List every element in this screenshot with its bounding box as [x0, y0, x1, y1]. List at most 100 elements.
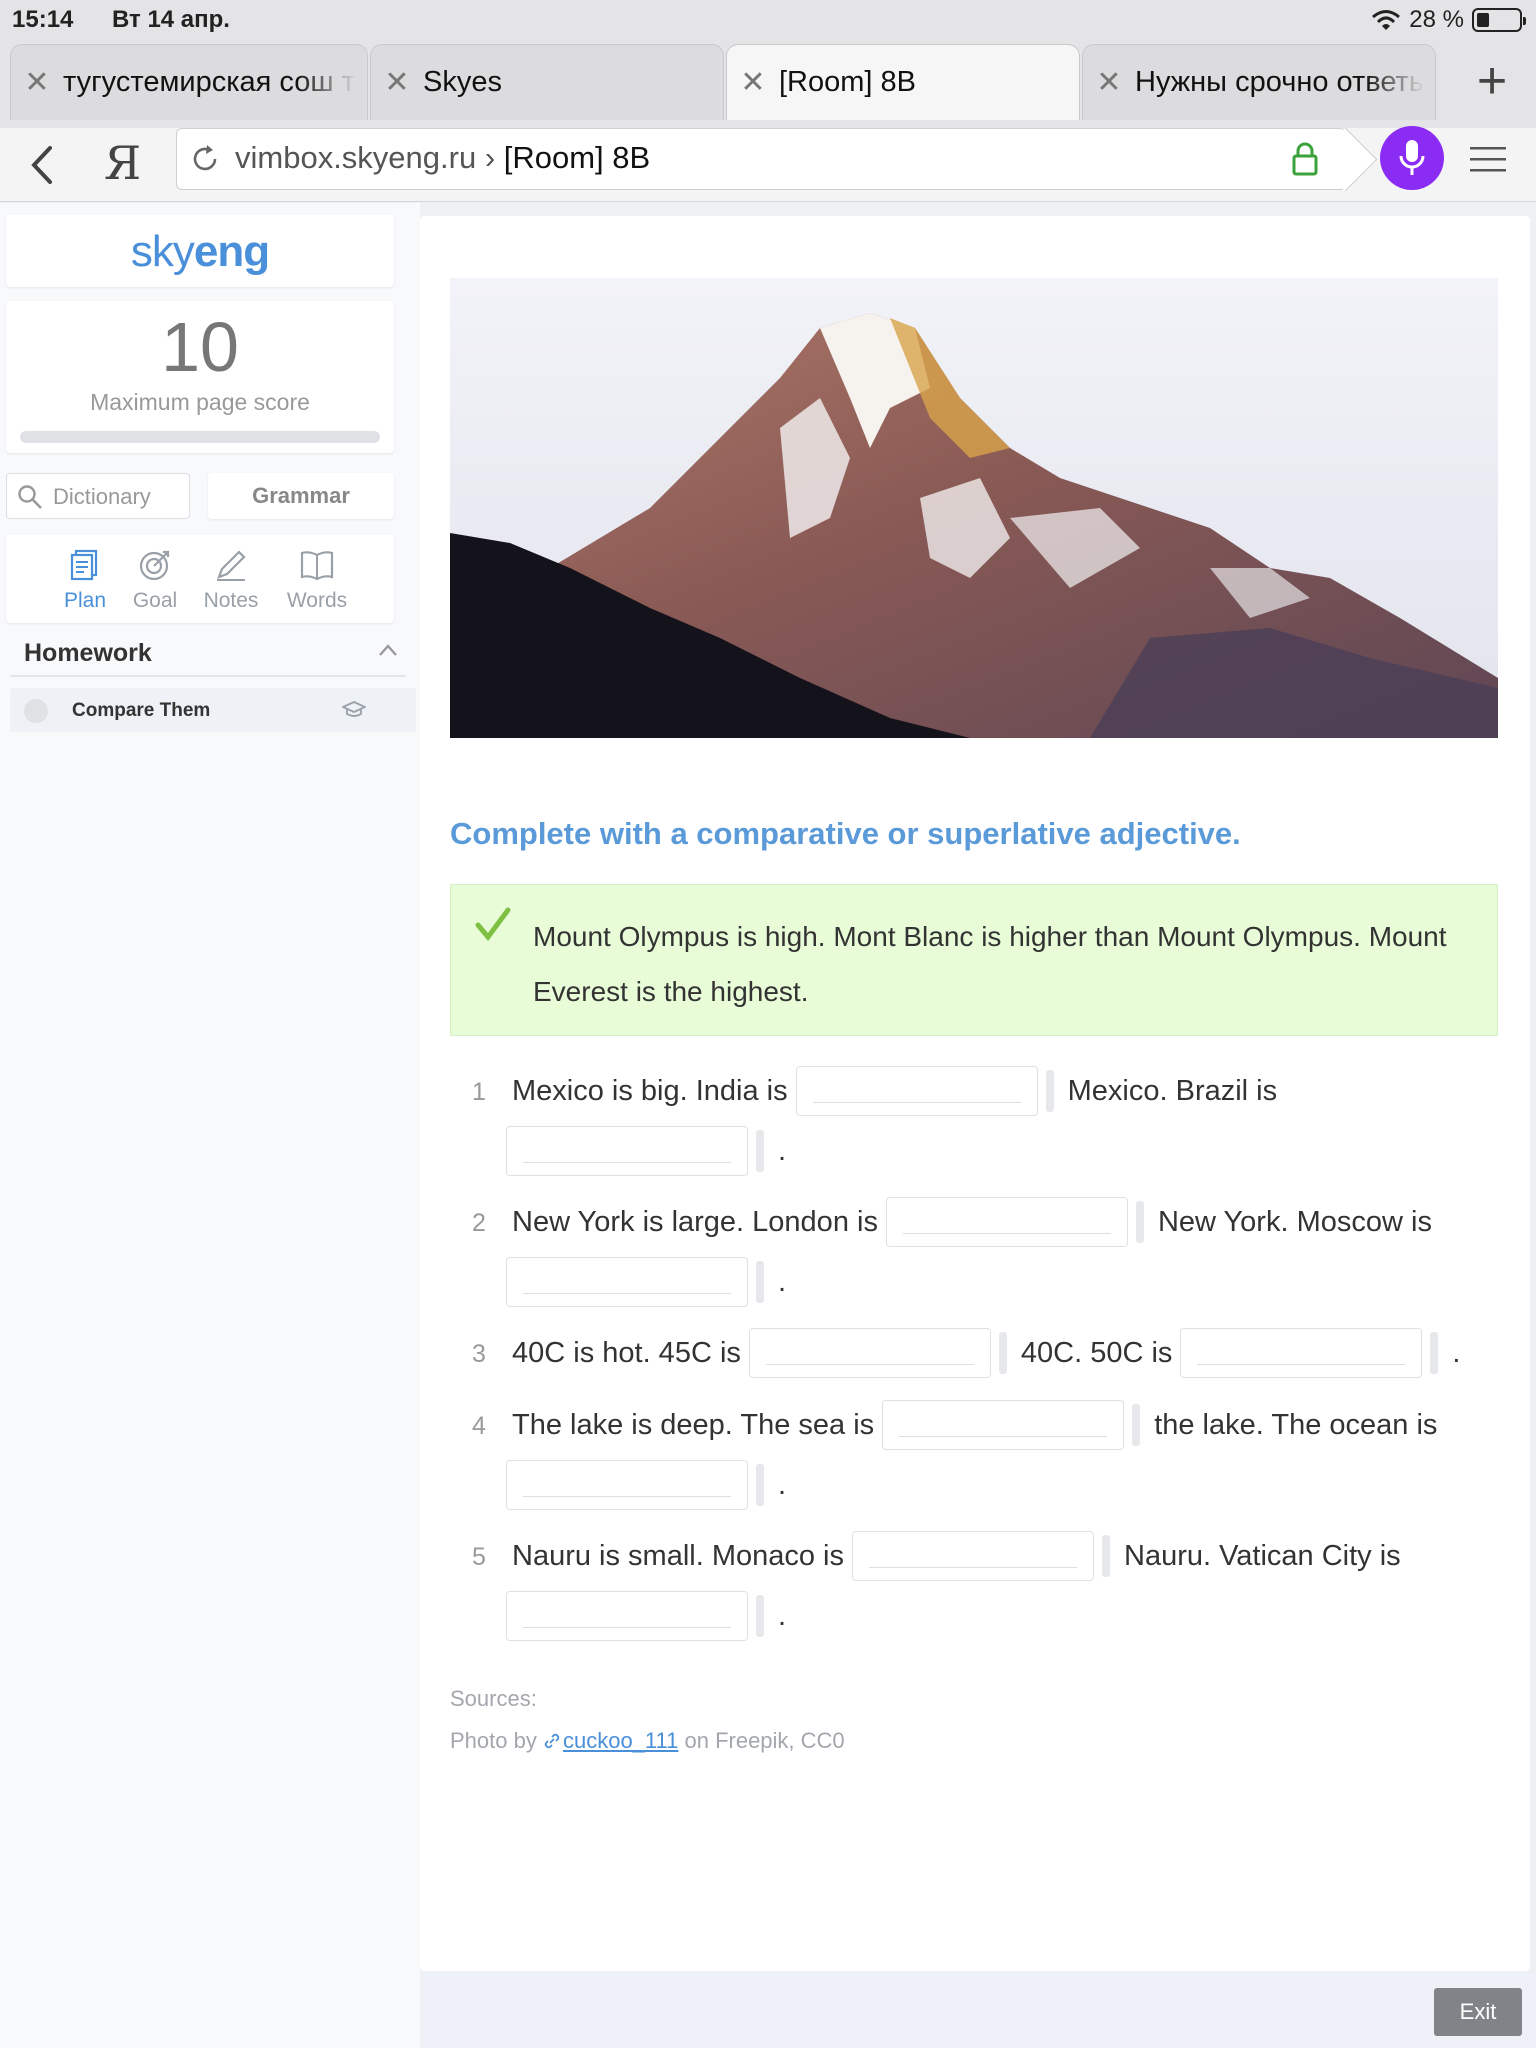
plan-label: Plan [63, 589, 107, 612]
exercise-text: Nauru is small. Monaco is [512, 1539, 844, 1572]
wifi-icon [1372, 10, 1401, 30]
url-text: vimbox.skyeng.ru › [Room] 8B [235, 140, 651, 175]
answer-input[interactable] [748, 1328, 991, 1378]
drag-handle[interactable] [756, 1261, 764, 1303]
address-bar[interactable]: vimbox.skyeng.ru › [Room] 8B [176, 128, 1346, 190]
status-right: 28 % [1371, 6, 1526, 34]
answer-input[interactable] [852, 1531, 1094, 1581]
book-icon [300, 551, 334, 581]
tab-3-active[interactable]: ✕ [Room] 8B [726, 44, 1080, 120]
tab-4[interactable]: ✕ Нужны срочно ответы [1082, 44, 1436, 120]
status-bar: 15:14 Вт 14 апр. 28 % [0, 0, 1536, 40]
sidebar: skyeng 10 Maximum page score Grammar Pla… [0, 203, 420, 2048]
score-card: 10 Maximum page score [6, 301, 394, 453]
words-label: Words [286, 589, 348, 612]
max-score-value: 10 [161, 308, 239, 386]
answer-input[interactable] [506, 1591, 748, 1641]
homework-header[interactable]: Homework [10, 625, 406, 677]
battery-percent: 28 % [1409, 6, 1464, 33]
exercise-text: New York is large. London is [512, 1205, 878, 1238]
search-icon [18, 485, 42, 509]
dictionary-search[interactable] [6, 473, 190, 519]
drag-handle[interactable] [756, 1130, 764, 1172]
tab-1[interactable]: ✕ тугустемирская сош т [10, 44, 368, 120]
photo-credit: Photo by cuckoo_111 on Freepik, CC0 [450, 1728, 845, 1753]
author-link[interactable]: cuckoo_111 [563, 1728, 678, 1753]
close-icon[interactable]: ✕ [371, 65, 423, 100]
reload-icon[interactable] [189, 143, 221, 175]
close-icon[interactable]: ✕ [1083, 65, 1135, 100]
exercise-text: Nauru. Vatican City is [1124, 1539, 1401, 1572]
exercise-text: Mexico is big. India is [512, 1074, 788, 1107]
footer-bar: Exit [424, 1972, 1536, 2048]
answer-input[interactable] [885, 1197, 1128, 1247]
tools-panel: Plan Goal Notes Words [6, 535, 394, 623]
answer-input[interactable] [506, 1126, 748, 1176]
answer-input[interactable] [1180, 1328, 1423, 1378]
lesson-title: Compare Them [72, 700, 211, 721]
exercise-text: the lake. The ocean is [1154, 1408, 1438, 1441]
answer-input[interactable] [506, 1257, 748, 1307]
tab-label: Skyes [423, 66, 502, 98]
drag-handle[interactable] [756, 1595, 764, 1637]
exercise-number: 1 [472, 1078, 486, 1106]
exercise-end: . [778, 1265, 787, 1298]
microphone-icon [1399, 140, 1425, 175]
plan-tab[interactable]: Plan [50, 547, 120, 613]
dictionary-input[interactable] [53, 480, 183, 514]
voice-assistant-button[interactable] [1380, 126, 1444, 190]
skyeng-logo[interactable]: skyeng [6, 215, 394, 287]
exercise-text: The lake is deep. The sea is [512, 1408, 875, 1441]
grammar-button[interactable]: Grammar [208, 473, 394, 519]
exercise-number: 2 [472, 1209, 486, 1237]
drag-handle[interactable] [1045, 1070, 1054, 1112]
status-time: 15:14 [12, 6, 74, 33]
max-score-label: Maximum page score [90, 389, 310, 415]
drag-handle[interactable] [1102, 1535, 1110, 1577]
lock-icon[interactable] [1291, 141, 1319, 177]
menu-icon[interactable] [1470, 144, 1506, 174]
answer-input[interactable] [506, 1460, 748, 1510]
new-tab-button[interactable]: + [1464, 55, 1520, 112]
battery-icon [1472, 8, 1526, 32]
exercise-text: 40C. 50C is [1020, 1336, 1173, 1369]
answer-input[interactable] [882, 1400, 1125, 1450]
navigation-bar: Я vimbox.skyeng.ru › [Room] 8B [0, 126, 1536, 202]
homework-title: Homework [24, 639, 152, 667]
lesson-item[interactable]: Compare Them [10, 688, 416, 732]
checkmark-icon [475, 907, 511, 941]
back-icon[interactable] [22, 140, 62, 190]
answer-input[interactable] [795, 1066, 1038, 1116]
close-icon[interactable]: ✕ [727, 65, 779, 100]
yandex-icon[interactable]: Я [104, 136, 141, 190]
exercise-end: . [778, 1468, 787, 1501]
example-text: Mount Olympus is high. Mont Blanc is hig… [533, 921, 1447, 1007]
goal-label: Goal [132, 589, 178, 612]
exercise-text: Mexico. Brazil is [1067, 1074, 1278, 1107]
drag-handle[interactable] [998, 1332, 1007, 1374]
notes-tab[interactable]: Notes [196, 547, 266, 613]
tab-label: [Room] 8B [779, 66, 916, 98]
score-progress-bar [20, 431, 380, 443]
close-icon[interactable]: ✕ [11, 65, 63, 100]
lesson-content: Complete with a comparative or superlati… [420, 216, 1530, 1971]
tab-bar: ✕ тугустемирская сош т ✕ Skyes ✕ [Room] … [0, 40, 1536, 128]
drag-handle[interactable] [756, 1464, 764, 1506]
exercise-end: . [1452, 1336, 1461, 1369]
drag-handle[interactable] [1135, 1201, 1144, 1243]
status-date: Вт 14 апр. [112, 6, 230, 33]
chevron-up-icon[interactable] [378, 643, 398, 657]
tab-2[interactable]: ✕ Skyes [370, 44, 724, 120]
sources-label: Sources: [450, 1686, 537, 1711]
goal-tab[interactable]: Goal [120, 547, 190, 613]
exit-button[interactable]: Exit [1434, 1988, 1522, 2036]
drag-handle[interactable] [1430, 1332, 1439, 1374]
lesson-status-icon [24, 699, 48, 723]
words-tab[interactable]: Words [282, 547, 352, 613]
exercise-number: 3 [472, 1340, 486, 1368]
plan-icon [70, 549, 98, 581]
exercise-end: . [778, 1599, 787, 1632]
mountain-photo [450, 278, 1498, 738]
drag-handle[interactable] [1132, 1404, 1141, 1446]
example-box: Mount Olympus is high. Mont Blanc is hig… [450, 884, 1498, 1036]
